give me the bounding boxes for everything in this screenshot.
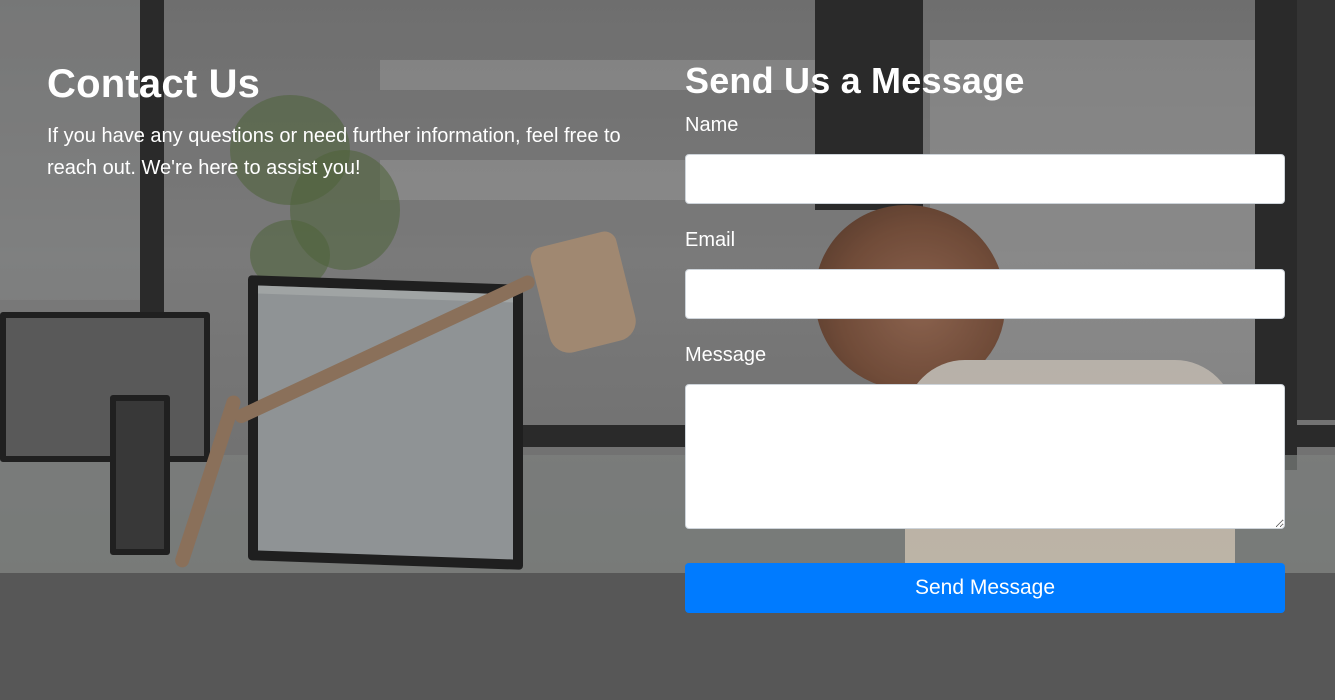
message-form-section: Send Us a Message Name Email Message Sen… xyxy=(685,55,1285,613)
contact-description: If you have any questions or need furthe… xyxy=(47,125,621,179)
contact-title: Contact Us xyxy=(47,62,261,106)
send-message-button[interactable]: Send Message xyxy=(685,563,1285,613)
name-label: Name xyxy=(685,114,739,136)
name-input[interactable] xyxy=(685,154,1285,204)
message-label: Message xyxy=(685,344,767,366)
message-textarea[interactable] xyxy=(685,384,1285,529)
contact-info-section: Contact Us If you have any questions or … xyxy=(47,58,647,184)
email-label: Email xyxy=(685,229,736,251)
form-title: Send Us a Message xyxy=(685,60,1025,101)
contact-page: Contact Us If you have any questions or … xyxy=(0,0,1335,700)
contact-form: Name Email Message Send Message xyxy=(685,113,1285,613)
email-input[interactable] xyxy=(685,269,1285,319)
